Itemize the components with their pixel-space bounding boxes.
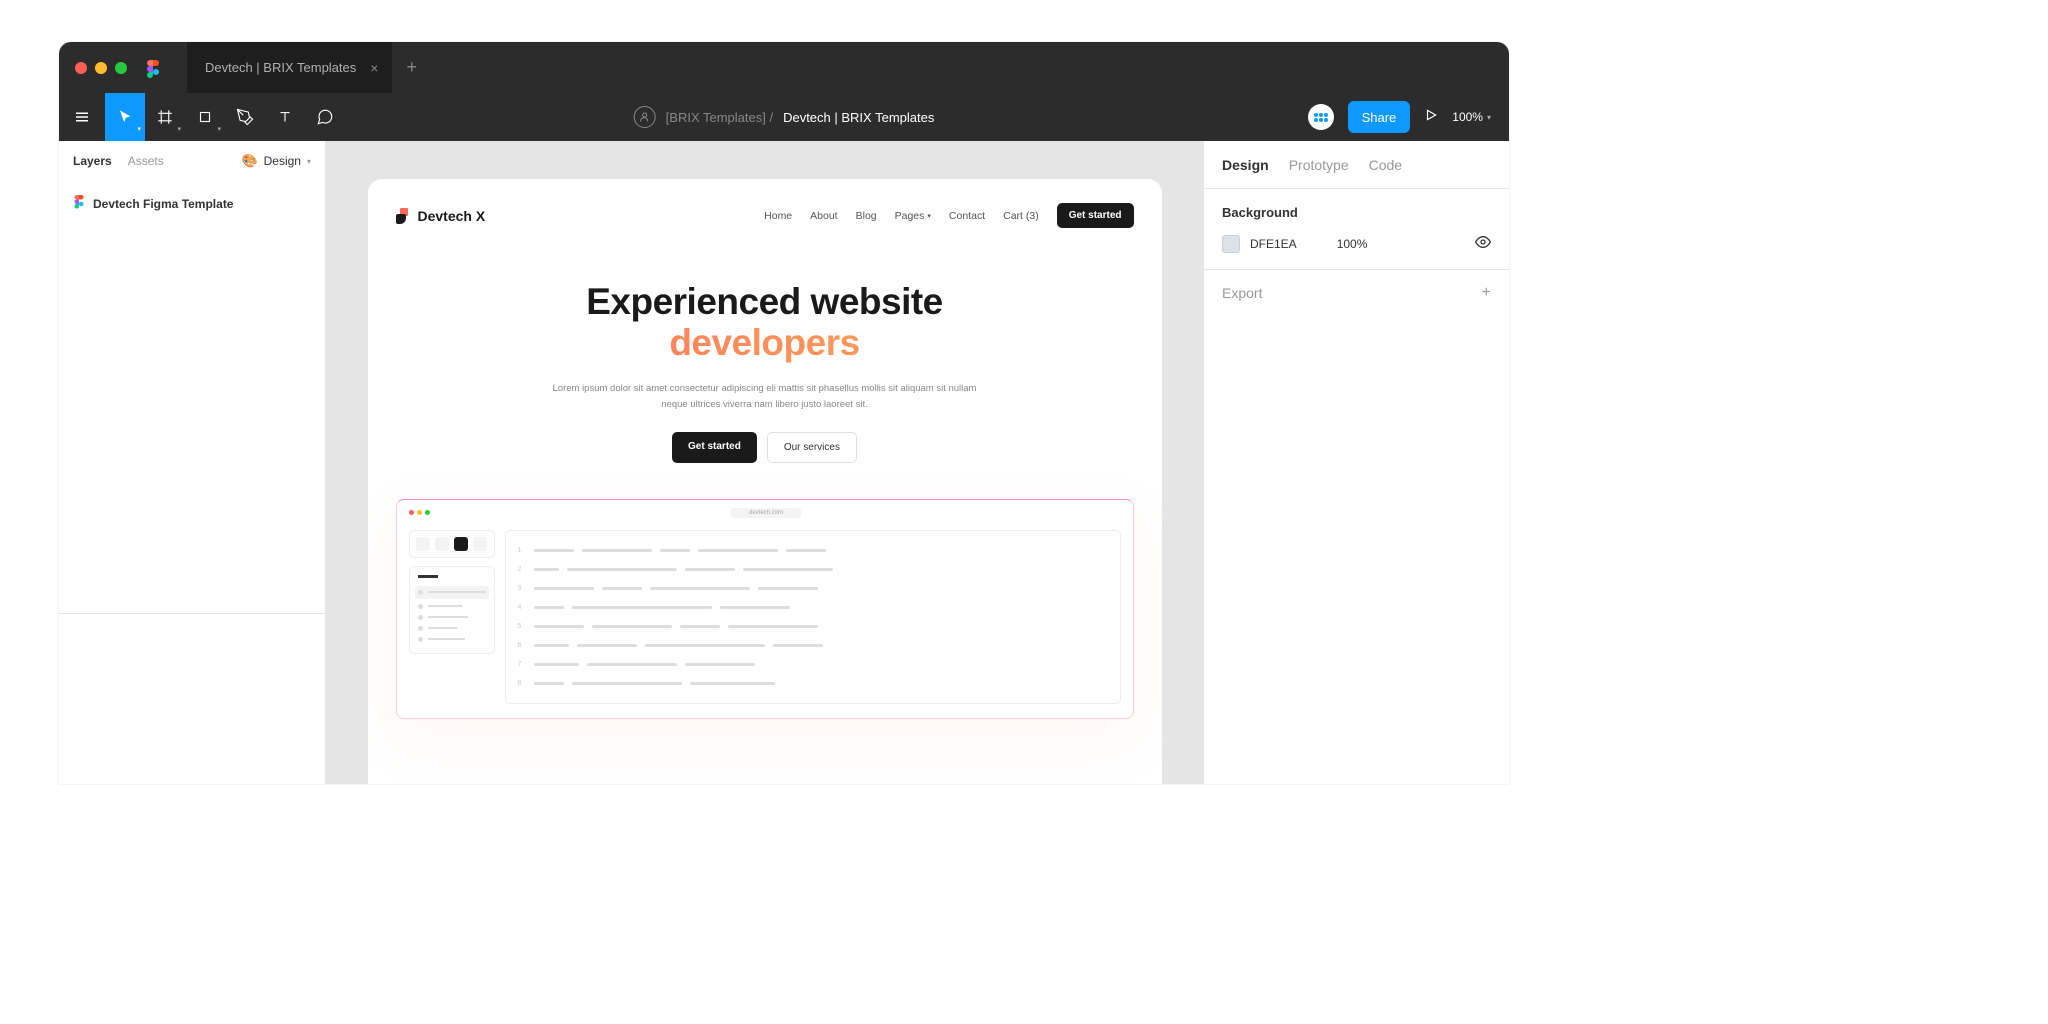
- chevron-down-icon: ▾: [1487, 113, 1491, 122]
- share-button[interactable]: Share: [1348, 101, 1411, 133]
- figma-logo-icon: [145, 60, 161, 76]
- nav-blog[interactable]: Blog: [856, 210, 877, 222]
- artboard[interactable]: Devtech X Home About Blog Pages▾ Contact…: [368, 179, 1162, 784]
- breadcrumb-folder[interactable]: [BRIX Templates] /: [666, 110, 773, 125]
- hero-section: Experienced website developers Lorem ips…: [396, 282, 1134, 463]
- zoom-label: 100%: [1452, 110, 1483, 124]
- new-tab-button[interactable]: +: [406, 57, 417, 78]
- browser-body: 1 2 3 4 5 6 7 8: [405, 524, 1125, 710]
- pages-dropdown[interactable]: 🎨 Design ▾: [241, 153, 311, 169]
- move-tool[interactable]: ▾: [105, 93, 145, 141]
- nav-cart[interactable]: Cart (3): [1003, 210, 1039, 222]
- page-item-label: Devtech Figma Template: [93, 197, 233, 211]
- shape-tool[interactable]: ▾: [185, 93, 225, 141]
- hero-secondary-button[interactable]: Our services: [767, 432, 857, 463]
- background-title: Background: [1222, 205, 1491, 220]
- main-area: Layers Assets 🎨 Design ▾ Devtech Figma T…: [59, 141, 1509, 784]
- browser-traffic-lights: [409, 510, 430, 515]
- browser-content: 1 2 3 4 5 6 7 8: [505, 530, 1121, 704]
- text-tool[interactable]: [265, 93, 305, 141]
- minimize-window-icon[interactable]: [95, 62, 107, 74]
- toolbar-right: Share 100% ▾: [1308, 101, 1509, 133]
- hero-buttons: Get started Our services: [396, 432, 1134, 463]
- file-tab-label: Devtech | BRIX Templates: [205, 60, 356, 75]
- logo-mark-icon: [396, 208, 412, 224]
- file-tab[interactable]: Devtech | BRIX Templates ×: [187, 42, 392, 93]
- toolbar: ▾ ▾ ▾ [BRIX Templates] / Devtech | BRIX …: [59, 93, 1509, 141]
- logo-text: Devtech X: [418, 208, 486, 224]
- left-panel-tabs: Layers Assets 🎨 Design ▾: [59, 141, 325, 181]
- nav-home[interactable]: Home: [764, 210, 792, 222]
- browser-mockup: devtech.com: [396, 499, 1134, 719]
- pages-label: Design: [264, 154, 301, 168]
- hero-heading-line1: Experienced website: [396, 282, 1134, 323]
- pen-tool[interactable]: [225, 93, 265, 141]
- team-avatar-icon[interactable]: [634, 106, 656, 128]
- background-section: Background DFE1EA 100%: [1204, 189, 1509, 270]
- visibility-toggle[interactable]: [1475, 234, 1491, 253]
- present-button[interactable]: [1424, 108, 1438, 127]
- close-window-icon[interactable]: [75, 62, 87, 74]
- site-menu: Home About Blog Pages▾ Contact Cart (3) …: [764, 203, 1133, 228]
- palette-icon: 🎨: [241, 153, 257, 169]
- nav-about[interactable]: About: [810, 210, 837, 222]
- left-panel: Layers Assets 🎨 Design ▾ Devtech Figma T…: [59, 141, 326, 784]
- tab-prototype[interactable]: Prototype: [1289, 157, 1349, 173]
- site-nav: Devtech X Home About Blog Pages▾ Contact…: [396, 203, 1134, 228]
- export-section: Export +: [1204, 270, 1509, 316]
- browser-sidebar: [409, 530, 495, 704]
- breadcrumb: [BRIX Templates] / Devtech | BRIX Templa…: [634, 106, 935, 128]
- menu-button[interactable]: [59, 93, 105, 141]
- traffic-lights: [59, 62, 127, 74]
- canvas[interactable]: Devtech X Home About Blog Pages▾ Contact…: [326, 141, 1203, 784]
- add-export-button[interactable]: +: [1482, 284, 1491, 302]
- page-item[interactable]: Devtech Figma Template: [73, 189, 311, 219]
- figma-page-icon: [73, 195, 85, 213]
- tab-design[interactable]: Design: [1222, 157, 1269, 173]
- color-swatch[interactable]: [1222, 235, 1240, 253]
- chevron-down-icon: ▾: [307, 157, 311, 166]
- user-avatar[interactable]: [1308, 104, 1334, 130]
- opacity-input[interactable]: 100%: [1337, 237, 1368, 251]
- tab-layers[interactable]: Layers: [73, 154, 112, 168]
- chevron-down-icon: ▾: [927, 212, 931, 220]
- right-panel-tabs: Design Prototype Code: [1204, 141, 1509, 189]
- zoom-control[interactable]: 100% ▾: [1452, 110, 1491, 124]
- tab-assets[interactable]: Assets: [128, 154, 164, 168]
- nav-contact[interactable]: Contact: [949, 210, 985, 222]
- browser-url: devtech.com: [731, 508, 801, 518]
- maximize-window-icon[interactable]: [115, 62, 127, 74]
- hero-subtext: Lorem ipsum dolor sit amet consectetur a…: [545, 381, 985, 411]
- panel-divider[interactable]: [59, 613, 325, 614]
- hero-primary-button[interactable]: Get started: [672, 432, 757, 463]
- layers-list: Devtech Figma Template: [59, 181, 325, 227]
- breadcrumb-file[interactable]: Devtech | BRIX Templates: [783, 110, 934, 125]
- export-label: Export: [1222, 285, 1262, 301]
- app-window: Devtech | BRIX Templates × + ▾ ▾ ▾ [BRIX…: [59, 42, 1509, 784]
- frame-tool[interactable]: ▾: [145, 93, 185, 141]
- tab-code[interactable]: Code: [1369, 157, 1402, 173]
- browser-chrome: devtech.com: [405, 508, 1125, 524]
- nav-pages[interactable]: Pages▾: [895, 210, 931, 222]
- right-panel: Design Prototype Code Background DFE1EA …: [1203, 141, 1509, 784]
- nav-cta-button[interactable]: Get started: [1057, 203, 1134, 228]
- site-logo: Devtech X: [396, 208, 486, 224]
- close-tab-icon[interactable]: ×: [370, 60, 378, 76]
- comment-tool[interactable]: [305, 93, 345, 141]
- hero-heading-line2: developers: [396, 323, 1134, 364]
- background-row: DFE1EA 100%: [1222, 234, 1491, 253]
- title-bar: Devtech | BRIX Templates × +: [59, 42, 1509, 93]
- color-hex-input[interactable]: DFE1EA: [1250, 237, 1297, 251]
